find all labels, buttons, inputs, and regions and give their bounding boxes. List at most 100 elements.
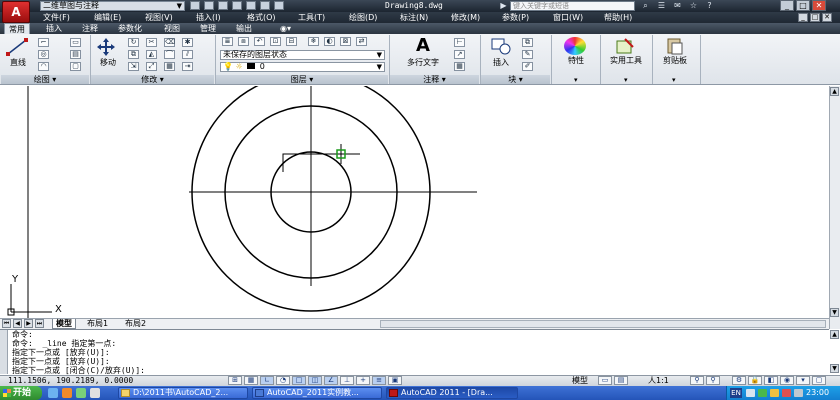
layer-freeze-icon[interactable]: ❄ bbox=[308, 37, 319, 46]
mirror-tool-icon[interactable]: ◭ bbox=[146, 50, 157, 59]
taskbar-clock[interactable]: 23:00 bbox=[806, 387, 829, 399]
clipboard-icon[interactable] bbox=[666, 37, 684, 55]
vertical-scrollbar[interactable] bbox=[829, 86, 840, 329]
menu-view[interactable]: 视图(V) bbox=[145, 12, 173, 23]
object-snap-tracking-toggle[interactable]: ∠ bbox=[324, 376, 338, 385]
undo-icon[interactable] bbox=[246, 1, 256, 10]
menu-draw[interactable]: 绘图(D) bbox=[349, 12, 377, 23]
menu-modify[interactable]: 修改(M) bbox=[451, 12, 480, 23]
layer-unisolate-icon[interactable]: ⊟ bbox=[286, 37, 297, 46]
layer-match-icon[interactable]: ⧈ bbox=[238, 37, 249, 46]
offset-tool-icon[interactable]: ⫽ bbox=[182, 50, 193, 59]
edit-block-icon[interactable]: ✎ bbox=[522, 50, 533, 59]
save-icon[interactable] bbox=[218, 1, 228, 10]
menu-tools[interactable]: 工具(T) bbox=[298, 12, 325, 23]
dynamic-ucs-toggle[interactable]: ⊥ bbox=[340, 376, 354, 385]
tab-annotate[interactable]: 注释 bbox=[78, 23, 102, 34]
doc-close-button[interactable]: ✕ bbox=[822, 13, 832, 22]
copy-tool-icon[interactable]: ⧉ bbox=[128, 50, 139, 59]
menu-insert[interactable]: 插入(I) bbox=[196, 12, 221, 23]
erase-tool-icon[interactable]: ⌫ bbox=[164, 38, 175, 47]
tray-help-icon[interactable] bbox=[746, 389, 755, 397]
application-menu-button[interactable]: A bbox=[2, 1, 30, 23]
tab-view[interactable]: 视图 bbox=[160, 23, 184, 34]
layer-off-icon[interactable]: ◐ bbox=[324, 37, 335, 46]
polyline-icon[interactable]: ⌐ bbox=[38, 38, 49, 47]
workspace-switch-icon[interactable]: ⚙ bbox=[732, 376, 746, 385]
scroll-down-icon[interactable]: ▼ bbox=[830, 308, 839, 317]
tray-device-icon[interactable] bbox=[794, 389, 803, 397]
coordinate-readout[interactable]: 111.1506, 190.2189, 0.0000 bbox=[8, 376, 133, 386]
tab-output[interactable]: 输出 bbox=[232, 23, 256, 34]
layout-tab-layout2[interactable]: 布局2 bbox=[122, 319, 149, 329]
chevron-down-icon[interactable]: ▾ bbox=[574, 76, 578, 84]
menu-format[interactable]: 格式(O) bbox=[247, 12, 276, 23]
tray-network-icon[interactable] bbox=[758, 389, 767, 397]
annotation-visibility-icon[interactable]: ⚲ bbox=[690, 376, 704, 385]
last-layout-icon[interactable]: ⏭ bbox=[35, 319, 44, 328]
annotation-scale[interactable]: 人1:1 bbox=[648, 376, 669, 386]
snap-mode-toggle[interactable]: ⊞ bbox=[228, 376, 242, 385]
layout-tab-model[interactable]: 模型 bbox=[52, 319, 76, 329]
fillet-tool-icon[interactable]: ⌒ bbox=[164, 50, 175, 59]
dynamic-input-toggle[interactable]: + bbox=[356, 376, 370, 385]
rotate-tool-icon[interactable]: ↻ bbox=[128, 38, 139, 47]
quicklaunch-app-icon[interactable] bbox=[90, 388, 100, 398]
menu-help[interactable]: 帮助(H) bbox=[604, 12, 632, 23]
quick-view-layouts-icon[interactable]: ▭ bbox=[598, 376, 612, 385]
linear-dimension-icon[interactable]: ⊢ bbox=[454, 38, 465, 47]
explode-tool-icon[interactable]: ✱ bbox=[182, 38, 193, 47]
layout-tab-layout1[interactable]: 布局1 bbox=[84, 319, 111, 329]
redo-icon[interactable] bbox=[260, 1, 270, 10]
utilities-icon[interactable] bbox=[615, 37, 635, 55]
line-tool-icon[interactable] bbox=[6, 38, 28, 56]
cmd-scroll-up-icon[interactable]: ▲ bbox=[830, 330, 839, 339]
layer-lock-icon[interactable]: ⊠ bbox=[340, 37, 351, 46]
model-space-button[interactable]: 模型 bbox=[572, 376, 588, 386]
scroll-up-icon[interactable]: ▲ bbox=[830, 87, 839, 96]
tray-security-icon[interactable] bbox=[782, 389, 791, 397]
array-tool-icon[interactable]: ▦ bbox=[164, 62, 175, 71]
doc-restore-button[interactable]: □ bbox=[810, 13, 820, 22]
menu-window[interactable]: 窗口(W) bbox=[553, 12, 583, 23]
doc-minimize-button[interactable]: _ bbox=[798, 13, 808, 22]
quicklaunch-media-icon[interactable] bbox=[76, 388, 86, 398]
chevron-down-icon[interactable]: ▾ bbox=[672, 76, 676, 84]
edit-attribute-icon[interactable]: ✐ bbox=[522, 62, 533, 71]
grid-display-toggle[interactable]: ▦ bbox=[244, 376, 258, 385]
arc-tool-icon[interactable]: ◠ bbox=[38, 62, 49, 71]
quicklaunch-browser-icon[interactable] bbox=[62, 388, 72, 398]
search-input[interactable]: 键入关键字或短语 bbox=[510, 1, 635, 11]
maximize-button[interactable]: □ bbox=[796, 0, 810, 11]
quick-view-drawings-icon[interactable]: ▤ bbox=[614, 376, 628, 385]
quicklaunch-desktop-icon[interactable] bbox=[48, 388, 58, 398]
quick-properties-toggle[interactable]: ▣ bbox=[388, 376, 402, 385]
tab-manage[interactable]: 管理 bbox=[196, 23, 220, 34]
insert-block-icon[interactable] bbox=[490, 37, 512, 55]
panel-layers-title[interactable]: 图层 ▾ bbox=[216, 75, 388, 84]
layer-state-select[interactable]: 未保存的图层状态 ▼ bbox=[220, 50, 385, 60]
hatch-tool-icon[interactable]: ▤ bbox=[70, 50, 81, 59]
panel-modify-title[interactable]: 修改 ▾ bbox=[91, 75, 214, 84]
menu-file[interactable]: 文件(F) bbox=[43, 12, 70, 23]
stretch-tool-icon[interactable]: ⇲ bbox=[128, 62, 139, 71]
object-snap-toggle[interactable]: □ bbox=[292, 376, 306, 385]
search-icon[interactable]: ⌕ bbox=[640, 1, 651, 11]
taskbar-item-explorer[interactable]: D:\2011书\AutoCAD_2... bbox=[118, 387, 248, 399]
table-icon[interactable]: ▦ bbox=[454, 62, 465, 71]
panel-block-title[interactable]: 块 ▾ bbox=[481, 75, 550, 84]
help-icon[interactable]: ? bbox=[704, 1, 715, 11]
plot-icon[interactable] bbox=[274, 1, 284, 10]
tab-parametric[interactable]: 参数化 bbox=[114, 23, 146, 34]
layer-isolate-icon[interactable]: ⊡ bbox=[270, 37, 281, 46]
panel-draw-title[interactable]: 绘图 ▾ bbox=[1, 75, 89, 84]
next-layout-icon[interactable]: ▶ bbox=[24, 319, 33, 328]
polar-tracking-toggle[interactable]: ◔ bbox=[276, 376, 290, 385]
command-window-grip[interactable] bbox=[0, 330, 8, 374]
language-indicator[interactable]: EN bbox=[730, 388, 742, 398]
lock-ui-icon[interactable]: 🔒 bbox=[748, 376, 762, 385]
close-button[interactable]: ✕ bbox=[812, 0, 826, 11]
status-bar-menu-icon[interactable]: ▾ bbox=[796, 376, 810, 385]
menu-dimension[interactable]: 标注(N) bbox=[400, 12, 428, 23]
new-file-icon[interactable] bbox=[190, 1, 200, 10]
